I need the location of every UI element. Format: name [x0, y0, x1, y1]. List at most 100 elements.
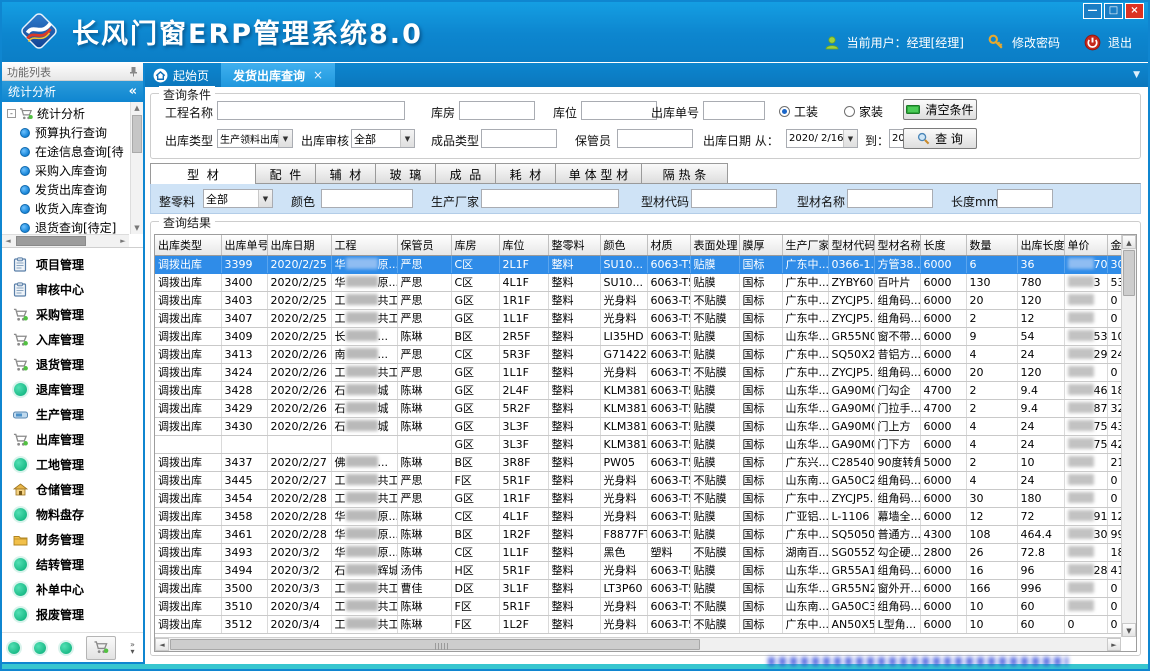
color-input[interactable] — [321, 189, 413, 208]
tree-horizontal-scrollbar[interactable]: ◄ ► — [2, 234, 129, 247]
scroll-right-icon[interactable]: ► — [1107, 638, 1121, 651]
scroll-down-icon[interactable]: ▼ — [131, 222, 143, 234]
length-input[interactable] — [997, 189, 1053, 208]
clear-conditions-button[interactable]: 清空条件 — [903, 99, 977, 120]
tree-hscroll-thumb[interactable] — [16, 236, 86, 246]
table-row[interactable]: 调拨出库35102020/3/4工共工程陈琳F区5R1F整料光身料6063-T5… — [155, 597, 1137, 615]
table-row[interactable]: 调拨出库34582020/2/28华原...陈琳C区4L1F整料光身料6063-… — [155, 507, 1137, 525]
dot-icon[interactable] — [8, 642, 20, 654]
sidebar-item-物料盘存[interactable]: 物料盘存 — [2, 502, 143, 527]
table-row[interactable]: 调拨出库34372020/2/27佛...陈琳B区3R8F整料PW056063-… — [155, 453, 1137, 471]
tree-item-在途信息查询[待[interactable]: 在途信息查询[待 — [4, 142, 129, 161]
tree-item-预算执行查询[interactable]: 预算执行查询 — [4, 123, 129, 142]
table-row[interactable]: 调拨出库33992020/2/25华原...严思C区2L1F整料SU10...6… — [155, 255, 1137, 273]
scroll-down-icon[interactable]: ▼ — [1122, 623, 1136, 637]
profile-name-input[interactable] — [847, 189, 933, 208]
scroll-right-icon[interactable]: ► — [117, 235, 129, 247]
material-tab-隔热条[interactable]: 隔 热 条 — [642, 163, 728, 184]
sidebar-item-出库管理[interactable]: 出库管理 — [2, 427, 143, 452]
sidebar-item-项目管理[interactable]: 项目管理 — [2, 252, 143, 277]
close-button[interactable]: × — [1125, 3, 1144, 19]
change-password-link[interactable]: 修改密码 — [1012, 34, 1060, 51]
tree-item-采购入库查询[interactable]: 采购入库查询 — [4, 161, 129, 180]
tree-item-收货入库查询[interactable]: 收货入库查询 — [4, 199, 129, 218]
sidebar-item-补单中心[interactable]: 补单中心 — [2, 577, 143, 602]
table-row[interactable]: 调拨出库34542020/2/28工共工程严思G区1R1F整料光身料6063-T… — [155, 489, 1137, 507]
pin-icon[interactable] — [129, 66, 138, 77]
dot-icon[interactable] — [60, 642, 72, 654]
material-tab-配件[interactable]: 配 件 — [256, 163, 316, 184]
order-no-input[interactable] — [703, 101, 765, 120]
logout-link[interactable]: 退出 — [1108, 34, 1132, 51]
tree-vertical-scrollbar[interactable]: ▲ ▼ — [130, 102, 143, 234]
scroll-up-icon[interactable]: ▲ — [1122, 235, 1136, 249]
tree-item-退货查询[待定][interactable]: 退货查询[待定] — [4, 218, 129, 234]
date-from-picker[interactable]: 2020/ 2/16 ▼ — [786, 129, 858, 148]
table-row[interactable]: 调拨出库34302020/2/26石城陈琳G区3L3F整料KLM38176063… — [155, 417, 1137, 435]
column-header-name[interactable]: 型材名称 — [874, 235, 920, 255]
sidebar-item-财务管理[interactable]: 财务管理 — [2, 527, 143, 552]
column-header-no[interactable]: 出库单号 — [221, 235, 267, 255]
table-row[interactable]: 调拨出库34132020/2/26南...严思C区5R3F整料G71422606… — [155, 345, 1137, 363]
column-header-type[interactable]: 出库类型 — [155, 235, 221, 255]
overflow-chevron-icon[interactable]: »▾ — [130, 641, 135, 655]
table-row[interactable]: 调拨出库34942020/3/2石辉城汤伟H区5R1F整料光身料6063-T5贴… — [155, 561, 1137, 579]
radio-selected-icon[interactable] — [779, 106, 790, 117]
column-header-room[interactable]: 库房 — [451, 235, 499, 255]
material-tab-成品[interactable]: 成 品 — [436, 163, 496, 184]
radio-gongzhuang[interactable]: 工装 — [779, 103, 818, 120]
sidebar-item-采购管理[interactable]: 采购管理 — [2, 302, 143, 327]
column-header-outlen[interactable]: 出库长度 — [1017, 235, 1064, 255]
column-header-loc[interactable]: 库位 — [499, 235, 548, 255]
room-input[interactable] — [459, 101, 535, 120]
audit-select[interactable]: 全部 ▼ — [351, 129, 415, 148]
table-row[interactable]: 调拨出库34612020/2/28华原...陈琳B区1R2F整料F8877FT6… — [155, 525, 1137, 543]
search-button[interactable]: 查 询 — [903, 128, 977, 149]
tree-expander-icon[interactable]: - — [7, 109, 16, 118]
sidebar-item-退库管理[interactable]: 退库管理 — [2, 377, 143, 402]
table-row[interactable]: 调拨出库34092020/2/25长...陈琳B区2R5F整料LI35HD606… — [155, 327, 1137, 345]
material-tab-型材[interactable]: 型 材 — [150, 163, 256, 184]
table-row[interactable]: 调拨出库34292020/2/26石城陈琳G区5R2F整料KLM38176063… — [155, 399, 1137, 417]
sidebar-item-结转管理[interactable]: 结转管理 — [2, 552, 143, 577]
minimize-button[interactable]: — — [1083, 3, 1102, 19]
tab-home[interactable]: 起始页 — [145, 63, 221, 87]
grid-horizontal-scrollbar[interactable]: ◄ ► — [155, 637, 1121, 651]
project-name-input[interactable] — [217, 101, 405, 120]
tree-item-发货出库查询[interactable]: 发货出库查询 — [4, 180, 129, 199]
cart-toolbar-button[interactable] — [86, 636, 116, 660]
table-row[interactable]: G区3L3F整料KLM38176063-T5贴膜国标山东华...GA90M09.… — [155, 435, 1137, 453]
dropdown-arrow-icon[interactable]: ▼ — [258, 190, 272, 207]
profile-code-input[interactable] — [691, 189, 777, 208]
sidebar-item-入库管理[interactable]: 入库管理 — [2, 327, 143, 352]
out-type-select[interactable]: 生产领料出库 ▼ — [217, 129, 293, 148]
column-header-film[interactable]: 膜厚 — [739, 235, 782, 255]
column-header-maker[interactable]: 生产厂家 — [782, 235, 828, 255]
collapse-chevron-icon[interactable]: « — [129, 84, 137, 99]
sidebar-item-报废管理[interactable]: 报废管理 — [2, 602, 143, 627]
column-header-proj[interactable]: 工程 — [331, 235, 397, 255]
column-header-keeper[interactable]: 保管员 — [397, 235, 451, 255]
maximize-button[interactable]: □ — [1104, 3, 1123, 19]
material-tab-单体型材[interactable]: 单 体 型 材 — [556, 163, 642, 184]
scroll-left-icon[interactable]: ◄ — [155, 638, 169, 651]
location-input[interactable] — [581, 101, 657, 120]
table-row[interactable]: 调拨出库34002020/2/25华原...严思C区4L1F整料SU10...6… — [155, 273, 1137, 291]
scroll-left-icon[interactable]: ◄ — [2, 235, 14, 247]
column-header-price[interactable]: 单价 — [1064, 235, 1107, 255]
grid-hscroll-thumb[interactable] — [170, 639, 700, 650]
keeper-input[interactable] — [617, 129, 693, 148]
table-row[interactable]: 调拨出库34032020/2/25工共工程严思G区1R1F整料光身料6063-T… — [155, 291, 1137, 309]
dropdown-arrow-icon[interactable]: ▼ — [278, 130, 292, 147]
material-tab-玻璃[interactable]: 玻 璃 — [376, 163, 436, 184]
table-row[interactable]: 调拨出库34072020/2/25工共工程严思G区1L1F整料光身料6063-T… — [155, 309, 1137, 327]
maker-input[interactable] — [481, 189, 619, 208]
sidebar-item-工地管理[interactable]: 工地管理 — [2, 452, 143, 477]
scroll-up-icon[interactable]: ▲ — [131, 102, 143, 114]
grid-vscroll-thumb[interactable] — [1123, 250, 1135, 296]
sidebar-item-仓储管理[interactable]: 仓储管理 — [2, 477, 143, 502]
sidebar-item-审核中心[interactable]: 审核中心 — [2, 277, 143, 302]
radio-jiazhuang[interactable]: 家装 — [844, 103, 883, 120]
column-header-date[interactable]: 出库日期 — [267, 235, 331, 255]
sidebar-item-生产管理[interactable]: 生产管理 — [2, 402, 143, 427]
